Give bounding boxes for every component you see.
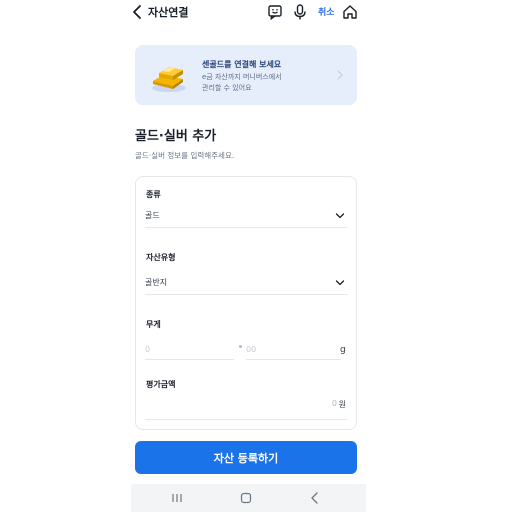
weight-label: 무게 bbox=[146, 320, 161, 329]
back-icon[interactable] bbox=[130, 3, 146, 21]
register-asset-button[interactable]: 자산 등록하기 bbox=[135, 441, 357, 474]
sengold-connect-banner[interactable]: 센골드를 연결해 보세요 e금 자산까지 머니버스에서 관리할 수 있어요 bbox=[135, 45, 357, 105]
decimal-point bbox=[239, 345, 242, 348]
banner-title: 센골드를 연결해 보세요 bbox=[202, 60, 282, 69]
header: 자산연결 취소 bbox=[0, 0, 512, 24]
microphone-icon[interactable] bbox=[291, 3, 309, 21]
banner-description-line1: e금 자산까지 머니버스에서 bbox=[202, 73, 282, 81]
chevron-right-icon bbox=[337, 70, 343, 80]
asset-type-select[interactable]: 골반지 bbox=[145, 273, 348, 295]
cancel-button[interactable]: 취소 bbox=[318, 5, 335, 18]
type-select[interactable]: 골드 bbox=[145, 206, 348, 228]
screen: 자산연결 취소 센골드를 연결해 보세요 e금 자산까지 머니버스에서 관리할 … bbox=[0, 0, 512, 512]
section-description: 골드·실버 정보를 입력해주세요. bbox=[135, 151, 235, 160]
section-title: 골드·실버 추가 bbox=[135, 129, 217, 144]
home-nav-icon[interactable] bbox=[238, 490, 254, 506]
recent-apps-icon[interactable] bbox=[169, 490, 185, 506]
weight-unit: g bbox=[340, 345, 346, 355]
asset-type-value: 골반지 bbox=[145, 278, 168, 287]
asset-type-label: 자산유형 bbox=[146, 253, 176, 262]
chevron-down-icon bbox=[335, 213, 345, 219]
feedback-icon[interactable] bbox=[266, 3, 284, 21]
type-label: 종류 bbox=[146, 190, 161, 199]
back-nav-icon[interactable] bbox=[307, 490, 323, 506]
weight-decimal-input[interactable] bbox=[246, 340, 341, 360]
amount-unit: 원 bbox=[338, 400, 346, 409]
system-navigation-bar bbox=[131, 484, 366, 512]
banner-description-line2: 관리할 수 있어요 bbox=[202, 84, 252, 92]
amount-label: 평가금액 bbox=[146, 380, 176, 389]
page-title: 자산연결 bbox=[148, 6, 189, 19]
amount-underline bbox=[145, 419, 348, 420]
type-value: 골드 bbox=[145, 211, 160, 220]
amount-value[interactable]: 0 bbox=[332, 399, 337, 408]
chevron-down-icon bbox=[335, 280, 345, 286]
home-icon[interactable] bbox=[341, 3, 359, 21]
asset-form-card: 종류 골드 자산유형 골반지 무게 g 평가금액 0 원 bbox=[135, 176, 357, 430]
weight-integer-input[interactable] bbox=[145, 340, 234, 360]
gold-bar-icon bbox=[152, 67, 186, 92]
